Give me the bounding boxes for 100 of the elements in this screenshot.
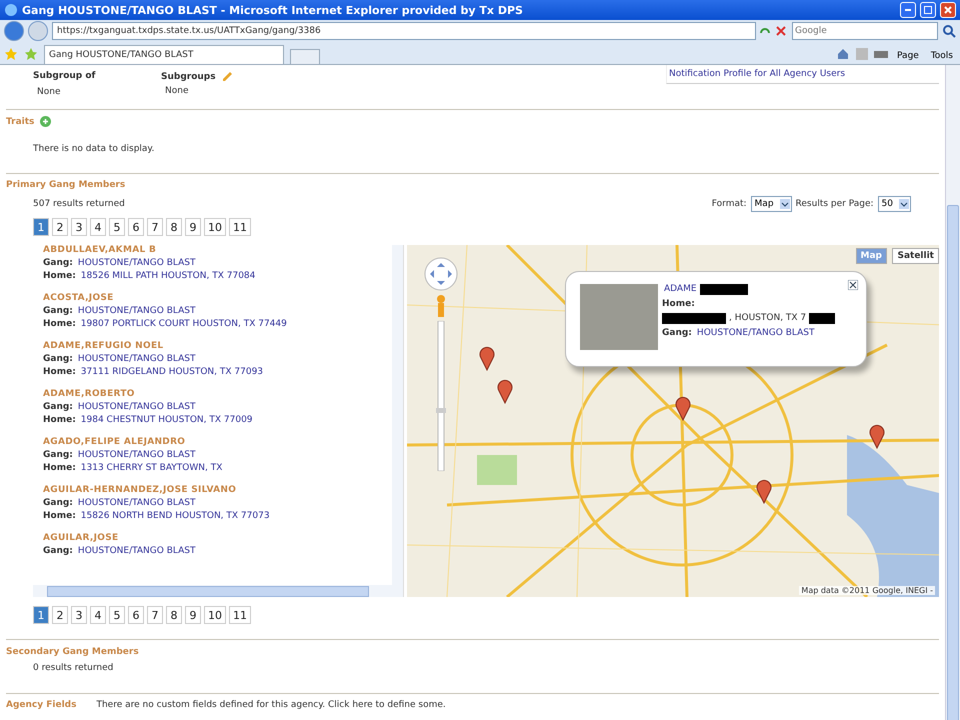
per-page-dropdown[interactable]: 50 xyxy=(878,196,911,212)
gang-link[interactable]: HOUSTONE/TANGO BLAST xyxy=(76,402,196,412)
home-address-link[interactable]: 1313 CHERRY ST BAYTOWN, TX xyxy=(78,463,222,473)
page-number-link[interactable]: 4 xyxy=(90,606,106,624)
map-attribution: Map data ©2011 Google, INEGI - xyxy=(799,586,935,595)
page-number-link[interactable]: 2 xyxy=(52,606,68,624)
street-view-person-icon[interactable] xyxy=(437,295,445,317)
page-number-link[interactable]: 8 xyxy=(166,218,182,236)
search-field[interactable]: Google xyxy=(792,22,938,40)
page-number-link[interactable]: 9 xyxy=(185,606,201,624)
toolbar-menu-button[interactable]: Tools xyxy=(928,51,956,61)
gang-label: Gang: xyxy=(43,546,73,556)
page-number-link[interactable]: 10 xyxy=(204,606,226,624)
field-value: None xyxy=(164,86,190,96)
add-icon[interactable] xyxy=(40,116,52,127)
page-number-link[interactable]: 8 xyxy=(166,606,182,624)
minimize-icon xyxy=(905,9,911,11)
maximize-button[interactable] xyxy=(920,2,936,18)
page-number-link[interactable]: 3 xyxy=(71,606,87,624)
browser-tab[interactable]: Gang HOUSTONE/TANGO BLAST xyxy=(44,45,284,64)
window-title: Gang HOUSTONE/TANGO BLAST - Microsoft Internet Explorer provided by Tx DPS xyxy=(22,4,524,16)
map-pin-icon[interactable] xyxy=(480,346,494,370)
address-field[interactable]: https://txganguat.txdps.state.tx.us/UATTxGang/gang/3386 xyxy=(52,22,756,40)
home-icon xyxy=(836,47,850,61)
redaction-bar xyxy=(809,313,836,324)
close-button[interactable] xyxy=(940,2,956,18)
section-heading: Agency Fields xyxy=(6,700,76,710)
map-pin-icon[interactable] xyxy=(756,480,772,504)
minimize-button[interactable] xyxy=(900,2,916,18)
format-dropdown[interactable]: Map xyxy=(750,196,792,212)
vertical-scrollbar[interactable] xyxy=(392,245,403,585)
page-number-link[interactable]: 4 xyxy=(90,218,106,236)
map-pin-icon[interactable] xyxy=(870,424,884,448)
back-button[interactable] xyxy=(4,21,24,41)
close-icon[interactable] xyxy=(848,280,858,290)
person-name-link[interactable]: ADAME xyxy=(662,284,697,295)
stop-icon xyxy=(774,24,788,38)
caret-icon xyxy=(780,199,790,209)
field-value: None xyxy=(36,87,62,97)
map-pin-icon[interactable] xyxy=(676,396,690,420)
home-address-link[interactable]: 1984 CHESTNUT HOUSTON, TX 77009 xyxy=(78,415,253,425)
page-number-link[interactable]: 6 xyxy=(128,218,144,236)
map-pin-icon[interactable] xyxy=(498,380,512,404)
home-address-link[interactable]: 37111 RIDGELAND HOUSTON, TX 77093 xyxy=(78,367,264,377)
gang-link[interactable]: HOUSTONE/TANGO BLAST xyxy=(76,354,196,364)
redaction-bar xyxy=(700,284,748,295)
results-count: 507 results returned xyxy=(32,199,125,209)
pencil-icon xyxy=(222,71,233,82)
page-number-link[interactable]: 7 xyxy=(147,218,163,236)
page-number-link[interactable]: 11 xyxy=(229,606,251,624)
zoom-slider-thumb[interactable] xyxy=(436,408,446,413)
close-icon xyxy=(944,6,952,14)
page-number-link[interactable]: 6 xyxy=(128,606,144,624)
url-text: https://txganguat.txdps.state.tx.us/UATTxGang/gang/3386 xyxy=(57,26,321,36)
home-address-link[interactable]: 18526 MILL PATH HOUSTON, TX 77084 xyxy=(78,271,256,281)
toolbar-menu-button[interactable]: Page xyxy=(894,51,922,61)
page-scrollbar[interactable] xyxy=(945,65,960,720)
caret-icon xyxy=(899,199,909,209)
redaction-bar xyxy=(662,313,726,324)
gang-label: Gang: xyxy=(43,450,73,460)
page-number-link[interactable]: 1 xyxy=(33,218,49,236)
page-number-link[interactable]: 7 xyxy=(147,606,163,624)
home-label: Home: xyxy=(43,415,76,425)
gang-link[interactable]: HOUSTONE/TANGO BLAST xyxy=(76,498,196,508)
gang-link[interactable]: HOUSTONE/TANGO BLAST xyxy=(76,258,196,268)
forward-button[interactable] xyxy=(28,21,48,41)
section-heading: Traits xyxy=(6,116,34,126)
home-label: Home: xyxy=(43,463,76,473)
page-number-link[interactable]: 9 xyxy=(185,218,201,236)
field-label: Subgroup of xyxy=(33,71,96,81)
page-number-link[interactable]: 3 xyxy=(71,218,87,236)
page-number-link[interactable]: 5 xyxy=(109,606,125,624)
map-type-button[interactable]: Satellit xyxy=(892,248,939,264)
gang-link[interactable]: HOUSTONE/TANGO BLAST xyxy=(694,328,814,338)
home-label: Home: xyxy=(43,511,76,521)
gang-label: Gang: xyxy=(43,354,73,364)
maximize-icon xyxy=(924,6,932,14)
horizontal-scrollbar[interactable] xyxy=(33,585,403,597)
new-tab-button[interactable] xyxy=(290,49,320,64)
page-number-link[interactable]: 1 xyxy=(33,606,49,624)
home-address-link[interactable]: 19807 PORTLICK COURT HOUSTON, TX 77449 xyxy=(78,319,287,329)
gang-link[interactable]: HOUSTONE/TANGO BLAST xyxy=(76,450,196,460)
format-label: Format: xyxy=(712,199,747,209)
home-address-link[interactable]: 15826 NORTH BEND HOUSTON, TX 77073 xyxy=(78,511,270,521)
gang-link[interactable]: HOUSTONE/TANGO BLAST xyxy=(76,306,196,316)
notification-link[interactable]: Notification Profile for All Agency Users xyxy=(667,69,846,79)
page-number-link[interactable]: 5 xyxy=(109,218,125,236)
empty-message: There is no data to display. xyxy=(32,144,156,154)
address-text: , HOUSTON, TX 7 xyxy=(729,313,806,324)
add-favorite-star-icon xyxy=(24,47,38,61)
pan-control-icon[interactable] xyxy=(424,257,458,291)
home-label: Home: xyxy=(43,367,76,377)
page-number-link[interactable]: 2 xyxy=(52,218,68,236)
per-page-label: Results per Page: xyxy=(796,199,874,209)
gang-link[interactable]: HOUSTONE/TANGO BLAST xyxy=(76,546,196,556)
page-number-link[interactable]: 10 xyxy=(204,218,226,236)
gang-label: Gang: xyxy=(43,402,73,412)
field-label: Subgroups xyxy=(161,72,216,82)
page-number-link[interactable]: 11 xyxy=(229,218,251,236)
agency-fields-message: There are no custom fields defined for this agency. Click here to define some. xyxy=(96,700,446,710)
